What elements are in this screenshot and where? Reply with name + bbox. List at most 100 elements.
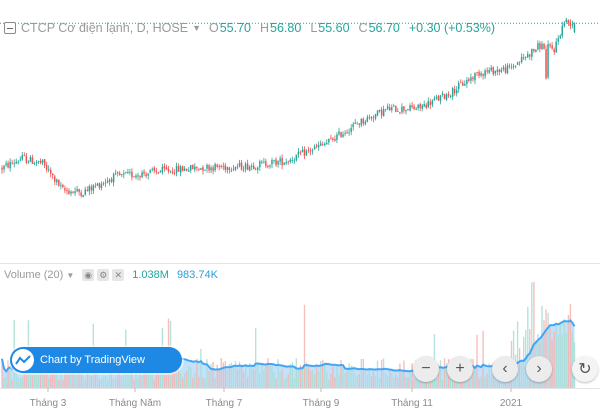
candle <box>70 190 72 197</box>
volume-bar <box>368 370 371 388</box>
volume-bar <box>297 369 300 388</box>
volume-bar <box>236 369 239 388</box>
volume-bar <box>382 358 385 388</box>
candle <box>52 173 54 180</box>
volume-bar <box>58 380 60 388</box>
candle <box>569 19 572 30</box>
close-value: 56.70 <box>368 21 400 35</box>
volume-bar <box>293 377 295 388</box>
candle <box>175 162 178 177</box>
volume-bar <box>301 366 304 388</box>
candle <box>417 103 419 111</box>
volume-bar <box>281 369 283 388</box>
candle <box>496 66 499 76</box>
volume-bar <box>220 358 222 388</box>
candle <box>100 181 103 191</box>
chevron-down-icon[interactable]: ▼ <box>66 271 74 280</box>
candle <box>234 166 237 172</box>
candle <box>295 154 298 162</box>
volume-bar <box>516 321 519 388</box>
volume-bar <box>374 375 377 388</box>
zoom-in-button[interactable]: + <box>447 356 473 382</box>
volume-bar <box>129 371 131 388</box>
candle <box>504 63 507 75</box>
candle <box>324 142 326 147</box>
candle <box>94 182 97 189</box>
candle <box>502 65 505 72</box>
candle <box>35 160 38 166</box>
scroll-left-button[interactable]: ‹ <box>492 356 518 382</box>
candle <box>565 17 568 24</box>
candle <box>230 167 233 173</box>
chevron-down-icon[interactable]: ▼ <box>192 23 201 33</box>
volume-bar <box>405 377 407 388</box>
candle <box>527 51 529 59</box>
candle <box>315 143 318 149</box>
symbol-legend[interactable]: CTCP Cơ điện lạnh, D, HOSE ▼ O 55.70 H 5… <box>4 20 504 36</box>
candle <box>186 168 188 172</box>
candle <box>468 77 470 83</box>
eye-icon[interactable]: ◉ <box>82 269 95 281</box>
close-icon[interactable]: ✕ <box>112 269 125 281</box>
volume-bar <box>271 365 273 388</box>
candle <box>555 38 557 53</box>
volume-bar <box>251 365 253 388</box>
volume-legend[interactable]: Volume (20) ▼ ◉ ⚙ ✕ 1.038M 983.74K <box>4 268 218 282</box>
candle <box>508 63 511 69</box>
zoom-out-button[interactable]: − <box>413 356 439 382</box>
volume-indicator-name[interactable]: Volume (20) <box>4 269 63 281</box>
symbol-name[interactable]: CTCP Cơ điện lạnh, D, HOSE <box>21 21 188 35</box>
scroll-right-button[interactable]: › <box>526 356 552 382</box>
candle <box>90 184 93 195</box>
volume-bar <box>482 330 484 388</box>
volume-bar <box>212 361 214 388</box>
candle <box>456 86 458 97</box>
volume-bar <box>395 374 397 388</box>
candle <box>549 42 551 49</box>
high-value: 56.80 <box>270 21 302 35</box>
candle <box>285 158 287 165</box>
candle <box>58 179 60 187</box>
candle <box>3 165 5 173</box>
volume-bar <box>565 333 567 388</box>
candle <box>163 163 166 172</box>
volume-bar <box>100 379 103 388</box>
candle <box>169 170 172 174</box>
price-pane <box>0 17 600 198</box>
candle <box>309 147 312 156</box>
candle <box>27 160 30 164</box>
volume-bar <box>218 370 220 388</box>
candle <box>451 87 454 101</box>
candle <box>39 158 42 165</box>
candle <box>293 157 296 164</box>
tradingview-watermark[interactable]: Chart by TradingView <box>10 347 182 373</box>
candle <box>98 182 101 190</box>
candle <box>311 148 314 155</box>
volume-bar <box>555 326 557 388</box>
candle <box>445 92 448 102</box>
candle <box>421 104 423 112</box>
volume-bar <box>478 378 480 388</box>
volume-bar <box>318 371 320 388</box>
volume-bar <box>309 371 312 388</box>
candle <box>226 166 229 174</box>
volume-bar <box>523 336 525 388</box>
volume-bar <box>360 358 362 388</box>
candle <box>208 163 210 173</box>
candle <box>206 163 208 173</box>
volume-bar <box>255 327 257 388</box>
volume-bar <box>557 334 559 388</box>
volume-bar <box>364 371 367 388</box>
reset-chart-button[interactable]: ↻ <box>572 356 598 382</box>
volume-bar <box>307 364 310 388</box>
collapse-icon[interactable] <box>4 22 16 34</box>
tradingview-logo-icon <box>12 349 34 371</box>
volume-bar <box>567 315 570 388</box>
settings-icon[interactable]: ⚙ <box>97 269 110 281</box>
candle <box>86 186 88 192</box>
candle <box>159 170 162 173</box>
candle <box>362 117 365 127</box>
candle <box>188 167 190 172</box>
candle <box>222 162 224 171</box>
candle <box>460 79 462 84</box>
